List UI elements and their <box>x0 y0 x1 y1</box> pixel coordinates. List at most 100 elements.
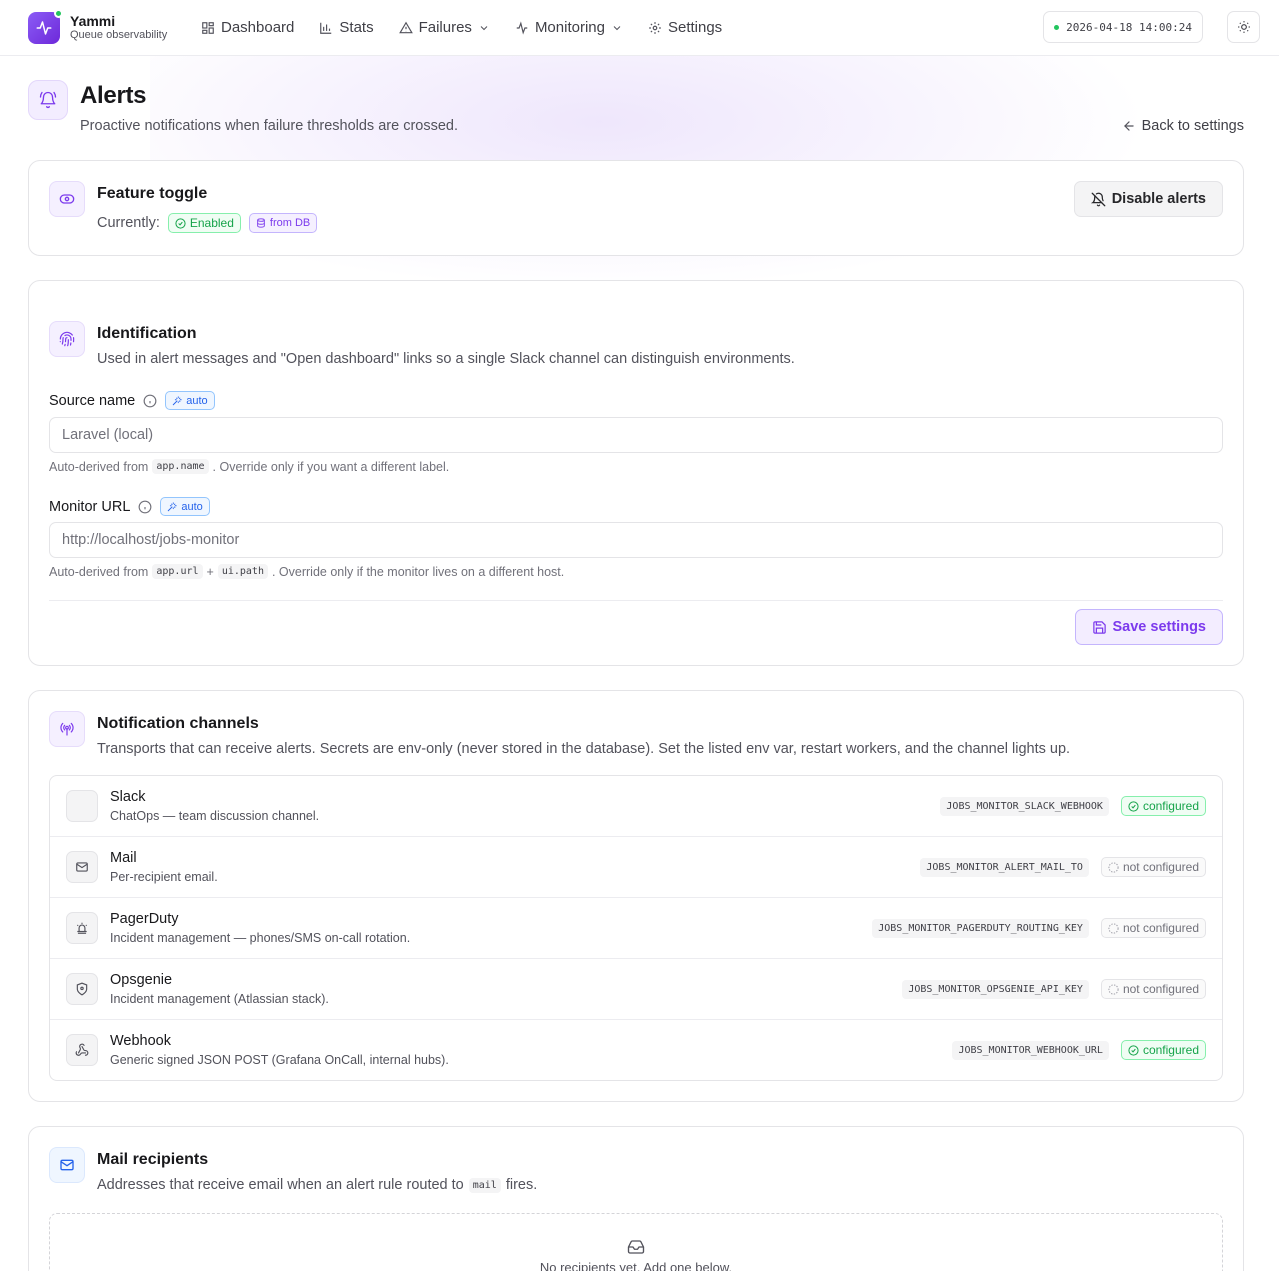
mail-recipients-title: Mail recipients <box>97 1151 209 1168</box>
warning-icon <box>398 21 413 33</box>
channel-row-opsgenie: Opsgenie Incident management (Atlassian … <box>50 959 1222 1020</box>
recipients-empty-state: No recipients yet. Add one below. <box>49 1213 1223 1271</box>
channel-row-pagerduty: PagerDuty Incident management — phones/S… <box>50 898 1222 959</box>
channel-description: ChatOps — team discussion channel. <box>110 809 320 823</box>
shield-icon-tile <box>66 973 98 1005</box>
grid-icon <box>202 21 214 34</box>
env-var: JOBS_MONITOR_OPSGENIE_API_KEY <box>902 979 1089 999</box>
auto-badge: auto <box>165 391 215 410</box>
channel-description: Generic signed JSON POST (Grafana OnCall… <box>110 1053 449 1067</box>
feature-toggle-title: Feature toggle <box>97 185 208 202</box>
channel-list: Slack ChatOps — team discussion channel.… <box>49 775 1223 1081</box>
mail-icon <box>76 862 88 872</box>
auto-badge: auto <box>160 497 210 516</box>
broadcast-icon <box>60 722 74 736</box>
monitor-url-hint: Auto-derived from app.url + ui.path . Ov… <box>49 564 565 579</box>
channel-name: PagerDuty <box>110 911 179 927</box>
hint-code: app.url <box>152 564 203 579</box>
shield-icon <box>76 982 88 996</box>
nav-stats[interactable]: Stats <box>319 19 374 36</box>
nav-failures[interactable]: Failures <box>398 19 490 36</box>
nav-settings[interactable]: Settings <box>648 19 722 36</box>
sun-icon <box>1237 21 1250 33</box>
save-icon <box>1092 620 1106 634</box>
mail-icon <box>60 1159 74 1171</box>
info-icon[interactable] <box>143 394 157 408</box>
webhook-icon-tile <box>66 1034 98 1066</box>
brand[interactable]: Yammi Queue observability <box>28 8 196 44</box>
empty-text: No recipients yet. Add one below. <box>539 1260 733 1271</box>
nav-monitoring[interactable]: Monitoring <box>515 19 623 36</box>
check-circle-icon <box>1128 1044 1139 1056</box>
identification-title: Identification <box>97 325 197 342</box>
channel-row-webhook: Webhook Generic signed JSON POST (Grafan… <box>50 1020 1222 1080</box>
channel-description: Incident management — phones/SMS on-call… <box>110 931 411 945</box>
save-settings-button[interactable]: Save settings <box>1074 609 1223 645</box>
section-divider <box>49 600 1223 601</box>
theme-toggle-button[interactable] <box>1227 11 1260 43</box>
clock-text: 2026-04-18 14:00:24 <box>1066 20 1192 34</box>
inbox-icon <box>627 1240 645 1254</box>
source-name-input[interactable] <box>49 417 1223 453</box>
siren-icon-tile <box>66 912 98 944</box>
env-var: JOBS_MONITOR_ALERT_MAIL_TO <box>920 857 1089 877</box>
channel-row-slack: Slack ChatOps — team discussion channel.… <box>50 776 1222 837</box>
main-nav: Dashboard Stats Failures Monitoring Sett… <box>201 19 722 36</box>
loader-dashed-icon <box>1108 922 1119 934</box>
status-badge: not configured <box>1100 979 1206 999</box>
bar-chart-icon <box>320 22 332 34</box>
nav-label: Monitoring <box>534 19 605 36</box>
status-badge: not configured <box>1100 857 1206 877</box>
toggle-icon <box>59 194 75 204</box>
env-var: JOBS_MONITOR_SLACK_WEBHOOK <box>940 796 1109 816</box>
activity-icon <box>36 20 52 35</box>
env-var: JOBS_MONITOR_PAGERDUTY_ROUTING_KEY <box>872 918 1089 938</box>
loader-dashed-icon <box>1108 861 1119 873</box>
radio-icon-tile <box>49 711 85 747</box>
activity-icon <box>516 20 528 35</box>
channel-description: Incident management (Atlassian stack). <box>110 992 329 1006</box>
status-badge: not configured <box>1100 918 1206 938</box>
wand-icon <box>173 395 182 405</box>
channel-name: Opsgenie <box>110 972 173 988</box>
mail-icon-tile <box>66 851 98 883</box>
nav-label: Stats <box>339 19 374 36</box>
source-name-label: Source name <box>49 392 136 409</box>
channels-description: Transports that can receive alerts. Secr… <box>97 741 1071 757</box>
check-circle-icon <box>1128 800 1139 812</box>
currently-label: Currently: <box>97 215 160 231</box>
channels-title: Notification channels <box>97 715 259 732</box>
live-dot <box>1054 24 1060 30</box>
inline-code: mail <box>468 1177 501 1193</box>
source-name-label-row: Source name auto <box>49 391 215 410</box>
enabled-badge: Enabled <box>167 213 241 233</box>
toggle-icon-tile <box>49 181 85 217</box>
feature-toggle-card: Feature toggle Currently: Enabled from D… <box>28 160 1244 256</box>
monitor-url-input[interactable] <box>49 522 1223 558</box>
status-dot <box>54 8 63 18</box>
siren-icon <box>77 922 87 934</box>
source-name-hint: Auto-derived from app.name . Override on… <box>49 459 450 474</box>
bell-icon-tile <box>28 80 68 120</box>
mail-recipients-description: Addresses that receive email when an ale… <box>97 1177 538 1193</box>
fingerprint-icon <box>59 331 75 347</box>
app-name: Yammi <box>70 13 116 29</box>
identification-card: Identification Used in alert messages an… <box>28 280 1244 666</box>
monitor-url-label-row: Monitor URL auto <box>49 497 210 516</box>
wand-icon <box>168 501 178 511</box>
status-badge: configured <box>1120 1040 1206 1060</box>
channel-name: Mail <box>110 850 137 866</box>
database-icon <box>257 218 265 228</box>
back-to-settings-link[interactable]: Back to settings <box>1122 118 1244 134</box>
loader-dashed-icon <box>1108 983 1119 995</box>
mail-icon-tile <box>49 1147 85 1183</box>
channel-row-mail: Mail Per-recipient email. JOBS_MONITOR_A… <box>50 837 1222 898</box>
disable-alerts-button[interactable]: Disable alerts <box>1073 181 1223 217</box>
channel-description: Per-recipient email. <box>110 870 218 884</box>
info-icon[interactable] <box>138 500 152 514</box>
bell-ring-icon <box>39 91 57 109</box>
env-var: JOBS_MONITOR_WEBHOOK_URL <box>952 1040 1109 1060</box>
page-subtitle: Proactive notifications when failure thr… <box>80 118 458 134</box>
nav-dashboard[interactable]: Dashboard <box>201 19 294 36</box>
channel-name: Slack <box>110 789 146 805</box>
